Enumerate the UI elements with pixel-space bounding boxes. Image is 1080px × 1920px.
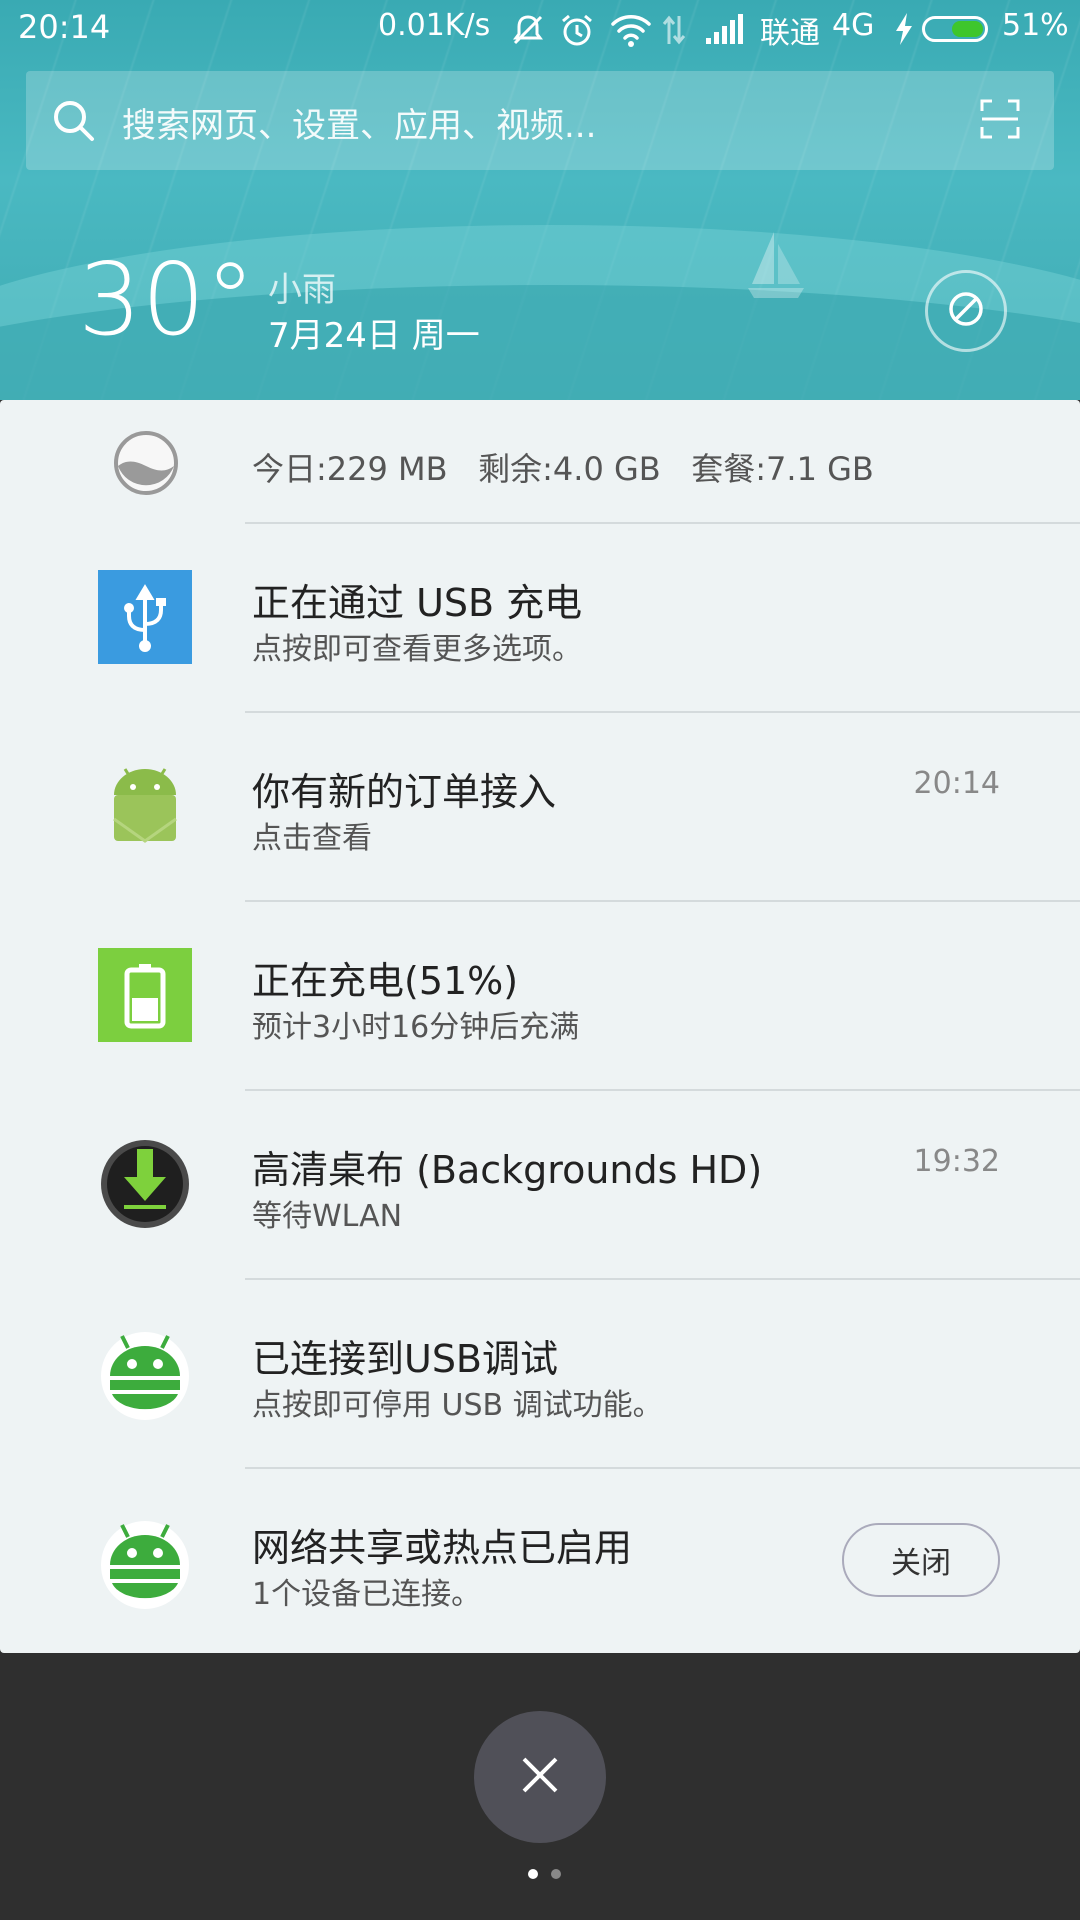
search-icon (52, 99, 96, 147)
weather-date: 7月24日 周一 (268, 316, 480, 356)
network-speed: 0.01K/s (378, 8, 491, 43)
signal-icon (704, 12, 744, 50)
data-arrows-icon (660, 12, 688, 52)
android-debug-icon (98, 1326, 192, 1420)
data-usage-text: 今日:229 MB 剩余:4.0 GB 套餐:7.1 GB (252, 444, 874, 490)
notification-title: 正在充电(51%) (252, 959, 519, 1003)
notification-title: 高清桌布 (Backgrounds HD) (252, 1148, 763, 1192)
page-dot (551, 1869, 562, 1879)
block-notifications-button[interactable] (925, 270, 1007, 352)
search-bar[interactable]: 搜索网页、设置、应用、视频... (26, 71, 1054, 170)
notification-subtitle: 点按即可查看更多选项。 (252, 632, 582, 667)
battery-icon (922, 16, 988, 42)
status-bar: 20:14 0.01K/s 联通 4G 51% (0, 0, 1080, 60)
page-indicator (524, 1864, 565, 1883)
carrier-name: 联通 (760, 16, 820, 51)
notification-usb-charging[interactable]: 正在通过 USB 充电 点按即可查看更多选项。 (0, 522, 1080, 711)
notification-download[interactable]: 高清桌布 (Backgrounds HD) 等待WLAN 19:32 (0, 1089, 1080, 1278)
notification-panel: 今日:229 MB 剩余:4.0 GB 套餐:7.1 GB 正在通过 USB 充… (0, 400, 1080, 1653)
notification-subtitle: 预计3小时16分钟后充满 (252, 1010, 580, 1045)
weather-condition: 小雨 (268, 270, 336, 310)
battery-percent: 51% (1002, 8, 1069, 43)
temperature: 30° (78, 241, 256, 358)
close-hotspot-button[interactable]: 关闭 (842, 1523, 1000, 1597)
notification-subtitle: 1个设备已连接。 (252, 1577, 482, 1612)
notification-time: 20:14 (913, 766, 1000, 801)
battery-charging-icon (98, 948, 192, 1042)
status-time: 20:14 (18, 8, 111, 46)
network-type: 4G (832, 8, 875, 43)
data-plan: 套餐:7.1 GB (691, 450, 874, 488)
search-input[interactable]: 搜索网页、设置、应用、视频... (122, 98, 596, 147)
page-dot-active (528, 1869, 538, 1879)
android-app-icon (98, 759, 192, 853)
clear-all-button[interactable] (474, 1711, 606, 1843)
usb-icon (98, 570, 192, 664)
data-remaining: 剩余:4.0 GB (478, 450, 661, 488)
notification-header: 20:14 0.01K/s 联通 4G 51% 搜索网页、设置、应用、视频... (0, 0, 1080, 400)
android-hotspot-icon (98, 1515, 192, 1609)
notification-subtitle: 点按即可停用 USB 调试功能。 (252, 1388, 663, 1423)
notification-title: 已连接到USB调试 (252, 1337, 559, 1381)
scan-icon[interactable] (980, 99, 1020, 143)
notification-title: 网络共享或热点已启用 (252, 1526, 633, 1570)
notification-usb-debugging[interactable]: 已连接到USB调试 点按即可停用 USB 调试功能。 (0, 1278, 1080, 1467)
block-icon (947, 290, 985, 332)
sailboat-icon (744, 230, 808, 306)
notification-time: 19:32 (913, 1144, 1000, 1179)
notification-subtitle: 点击查看 (252, 821, 372, 856)
notification-title: 你有新的订单接入 (252, 770, 557, 814)
notification-hotspot[interactable]: 网络共享或热点已启用 1个设备已连接。 关闭 (0, 1467, 1080, 1653)
close-icon (520, 1755, 560, 1799)
notification-charging[interactable]: 正在充电(51%) 预计3小时16分钟后充满 (0, 900, 1080, 1089)
notification-new-order[interactable]: 你有新的订单接入 点击查看 20:14 (0, 711, 1080, 900)
data-usage-icon (113, 430, 179, 500)
wifi-icon (610, 12, 652, 52)
download-icon (98, 1137, 192, 1231)
alarm-icon (559, 12, 595, 52)
notification-subtitle: 等待WLAN (252, 1199, 403, 1234)
data-usage-row[interactable]: 今日:229 MB 剩余:4.0 GB 套餐:7.1 GB (0, 400, 1080, 522)
mute-icon (510, 12, 546, 52)
data-today: 今日:229 MB (252, 450, 448, 488)
charging-bolt-icon (894, 12, 914, 50)
notification-title: 正在通过 USB 充电 (252, 581, 583, 625)
